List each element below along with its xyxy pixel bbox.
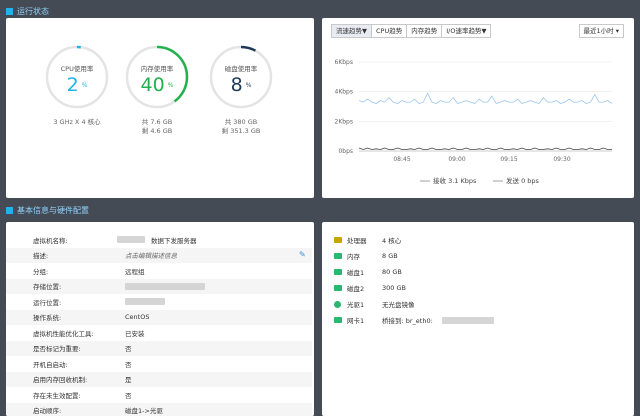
info-row: 存储位置: [6, 278, 312, 294]
gauge-detail: 共 380 GB 剩 351.3 GB [221, 118, 261, 135]
x-tick-label: 09:15 [500, 156, 517, 163]
legend-label: 发送 0 bps [506, 176, 540, 185]
hardware-row: 网卡1 桥接到: br_eth0: [322, 312, 596, 328]
info-row: 运行位置: [6, 294, 312, 310]
info-key: 描述: [33, 252, 49, 261]
memory-icon [334, 253, 342, 259]
edit-description-icon[interactable]: ✎ [299, 250, 306, 259]
gauge-title: 磁盘使用率 [224, 65, 258, 73]
x-tick-label: 09:30 [553, 156, 570, 163]
hardware-row: 内存 8 GB [322, 248, 596, 264]
info-key: 是否标记为重要: [33, 345, 81, 354]
hardware-key: 光驱1 [347, 301, 365, 309]
gauge-value: 40% [140, 74, 174, 96]
status-section-title: 运行状态 [6, 4, 49, 18]
disk-icon [334, 269, 342, 275]
info-key: 操作系统: [33, 314, 62, 323]
x-tick-label: 08:45 [393, 156, 410, 163]
info-row: 是否标记为重要: 否 [6, 340, 312, 356]
info-row: 虚拟机名称: 数据下发服务器 [6, 232, 312, 248]
gauge-title: 内存使用率 [140, 65, 174, 73]
info-value[interactable]: 点击编辑描述信息 [125, 250, 177, 260]
series-line-1 [358, 147, 612, 150]
gauge-title: CPU使用率 [60, 65, 94, 73]
y-tick-label: 2Kbps [335, 118, 354, 125]
hardware-key: 磁盘2 [347, 285, 365, 293]
info-value: 远程组 [125, 267, 145, 276]
info-value: 否 [125, 360, 132, 369]
info-key: 启用内存回收机制: [33, 376, 88, 385]
hardware-value: 桥接到: br_eth0: [382, 317, 433, 325]
info-value: 已安装 [125, 329, 145, 338]
gauge-detail: 共 7.6 GB 剩 4.6 GB [141, 118, 173, 135]
hardware-key: 内存 [347, 253, 360, 261]
basic-info-panel: 虚拟机名称: 数据下发服务器描述: 点击编辑描述信息分组: 远程组存储位置: 运行位置:… [6, 222, 314, 416]
info-key: 分组: [33, 267, 49, 276]
info-value: CentOS [125, 313, 150, 322]
cdrom-icon [334, 300, 341, 308]
info-key: 运行位置: [33, 298, 62, 307]
gauge-value: 2% [66, 74, 88, 96]
info-key: 开机自启动: [33, 360, 68, 369]
gauge-0: CPU使用率 2% 3 GHz X 4 核心 [42, 42, 112, 127]
info-value: 是 [125, 376, 132, 385]
info-row: 虚拟机性能优化工具: 已安装 [6, 325, 312, 341]
y-tick-label: 4Kbps [335, 89, 354, 96]
hardware-row: 光驱1 无光盘镜像 [322, 296, 596, 312]
info-row: 分组: 远程组 [6, 263, 312, 279]
hardware-value: 无光盘镜像 [382, 301, 415, 309]
info-row: 操作系统: CentOS [6, 309, 312, 325]
section-marker-icon [6, 7, 13, 15]
nic-icon [334, 317, 342, 323]
hardware-key: 网卡1 [347, 317, 365, 325]
redaction-mask [442, 316, 494, 324]
redaction-mask [125, 298, 165, 306]
info-value: 磁盘1->光驱 [125, 407, 163, 416]
info-key: 存储位置: [33, 283, 62, 292]
cpu-icon [334, 237, 342, 243]
hardware-key: 处理器 [347, 237, 367, 245]
gauge-value: 8% [230, 74, 252, 96]
x-tick-label: 09:00 [448, 156, 465, 163]
gauge-2: 磁盘使用率 8% 共 380 GB 剩 351.3 GB [206, 42, 276, 136]
hardware-row: 处理器 4 核心 [322, 232, 596, 248]
gauge-detail: 3 GHz X 4 核心 [53, 118, 101, 126]
hardware-value: 8 GB [382, 252, 398, 260]
gauge-1: 内存使用率 40% 共 7.6 GB 剩 4.6 GB [122, 42, 192, 136]
traffic-line-chart: 6Kbps 4Kbps 2Kbps 0bps 08:45 09:00 09:15 09:30 接… [335, 59, 613, 185]
info-key: 存在未生效配置: [33, 391, 81, 400]
series-line-0 [358, 92, 613, 104]
info-row: 开机自启动: 否 [6, 356, 312, 372]
info-value: 否 [125, 391, 132, 400]
info-key: 启动顺序: [33, 407, 62, 416]
info-row: 存在未生效配置: 否 [6, 387, 312, 403]
hardware-key: 磁盘1 [347, 269, 365, 277]
y-tick-label: 6Kbps [335, 59, 354, 66]
disk-icon [334, 285, 342, 291]
redaction-mask [125, 282, 205, 290]
info-value: 数据下发服务器 [151, 236, 197, 245]
info-key: 虚拟机名称: [33, 236, 68, 245]
info-row: 描述: 点击编辑描述信息 [6, 247, 312, 263]
info-value: 否 [125, 345, 132, 354]
hardware-row: 磁盘2 300 GB [322, 280, 596, 296]
info-row: 启用内存回收机制: 是 [6, 371, 312, 387]
hardware-row: 磁盘1 80 GB [322, 264, 596, 280]
hardware-value: 4 核心 [382, 237, 402, 245]
hardware-value: 300 GB [382, 284, 406, 292]
legend-label: 接收 3.1 Kbps [433, 176, 477, 185]
watermark: @wellon坏叔叔 [514, 390, 630, 409]
gauges-panel: CPU使用率 2% 3 GHz X 4 核心 内存使用率 40% 共 7.6 GB 剩 4.… [6, 18, 314, 198]
redaction-mask [117, 236, 145, 244]
info-key: 虚拟机性能优化工具: [33, 329, 94, 338]
info-row: 启动顺序: 磁盘1->光驱 [6, 402, 312, 416]
hardware-value: 80 GB [382, 268, 402, 276]
y-tick-label: 0bps [338, 148, 353, 155]
section-marker-icon [6, 206, 13, 214]
info-section-title: 基本信息与硬件配置 [6, 203, 89, 217]
traffic-chart-panel: 流速趋势▼ CPU趋势 内存趋势 I/O速率趋势▼ 最近1小时 ▾ 6Kbps 4… [322, 18, 634, 198]
